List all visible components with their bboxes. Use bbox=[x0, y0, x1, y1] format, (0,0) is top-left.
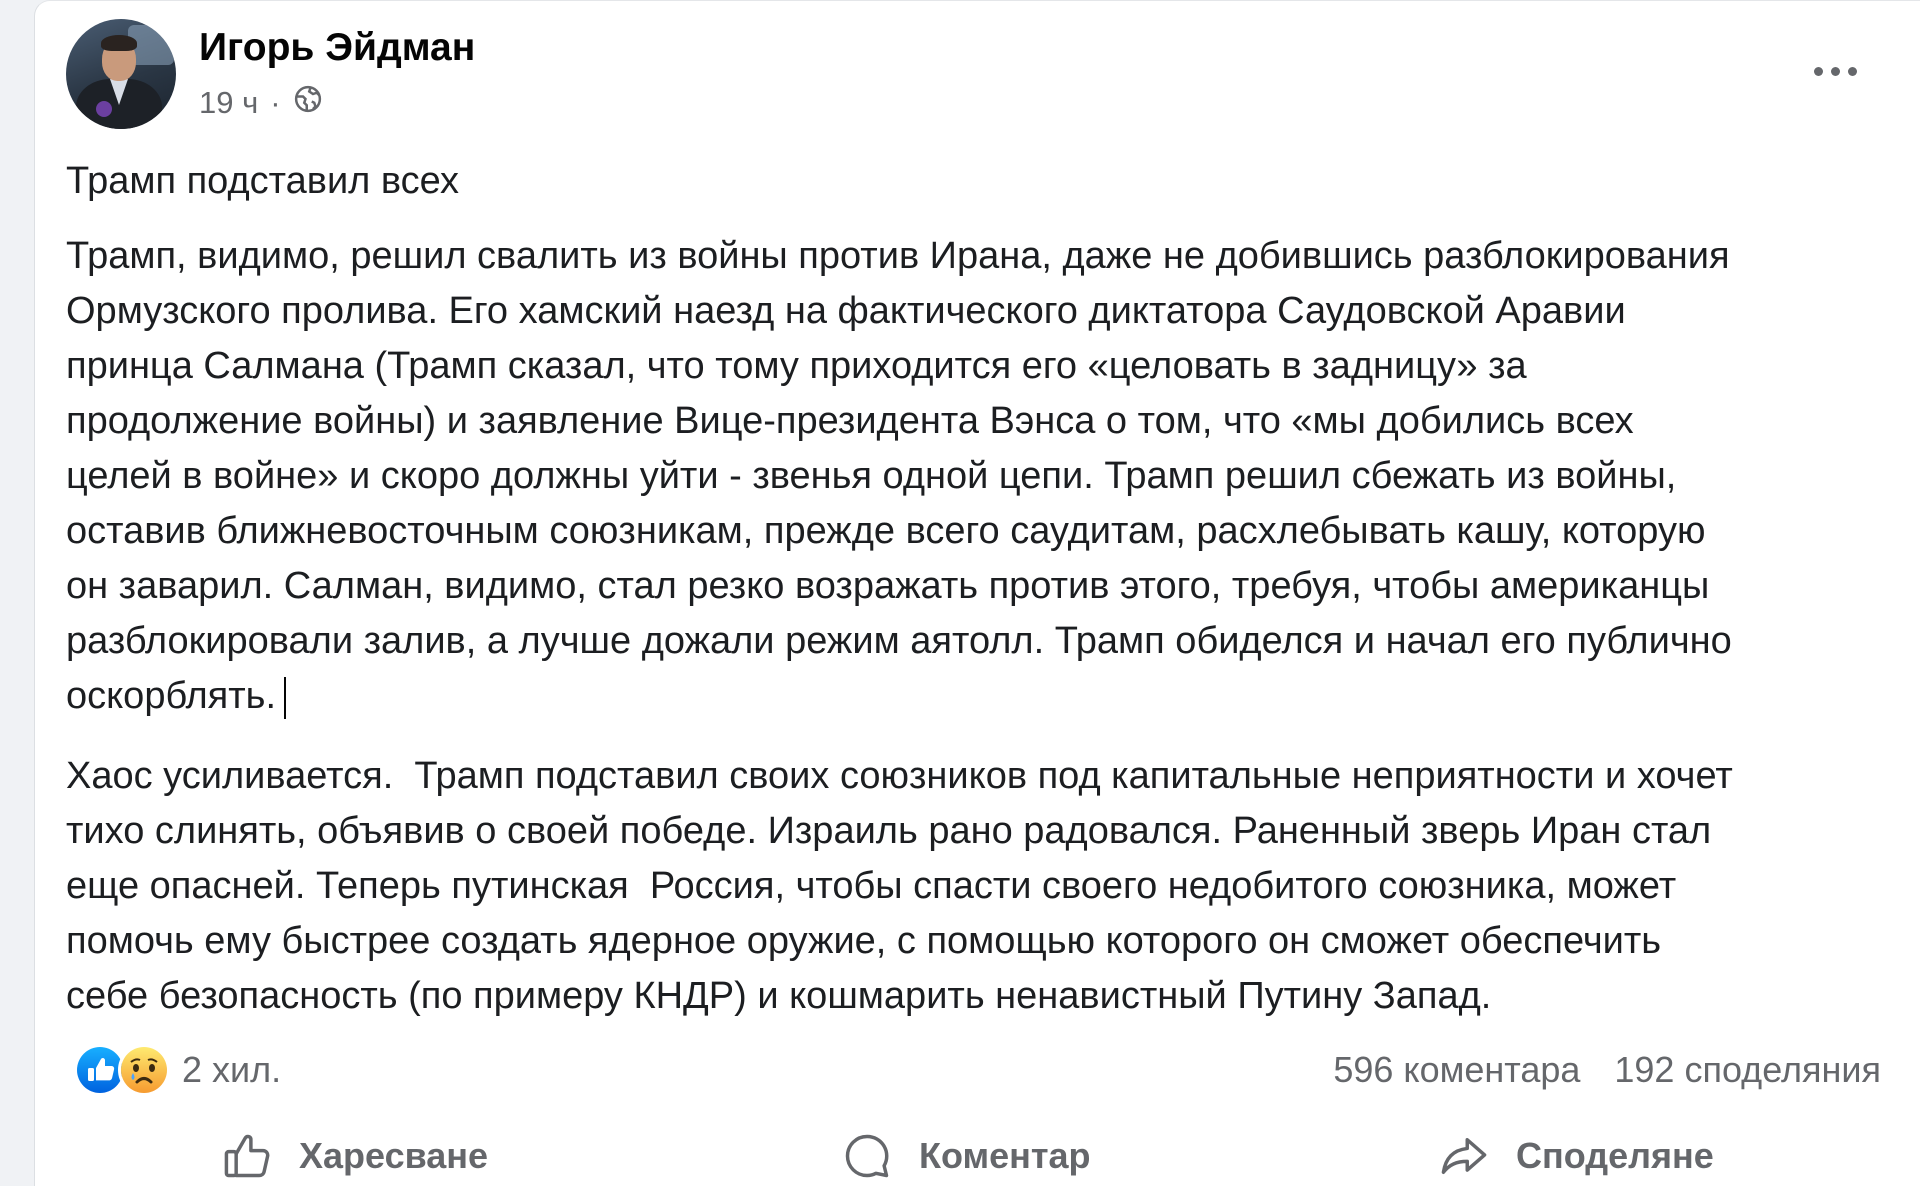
text-line: целей в войне» и скоро должны уйти - зве… bbox=[66, 455, 1677, 497]
dot bbox=[1813, 66, 1823, 76]
reaction-count[interactable]: 2 хил. bbox=[182, 1049, 281, 1091]
comment-button[interactable]: Коментар bbox=[841, 1129, 1091, 1183]
post-paragraph-1: Трамп подставил всех bbox=[66, 154, 459, 209]
dot bbox=[1847, 66, 1857, 76]
avatar-microphone bbox=[96, 101, 112, 117]
text-line: тихо слинять, объявив о своей победе. Из… bbox=[66, 810, 1712, 852]
author-avatar[interactable] bbox=[66, 19, 176, 129]
meta-separator: · bbox=[270, 85, 281, 120]
text-line: оставив ближневосточным союзникам, прежд… bbox=[66, 510, 1706, 552]
author-name[interactable]: Игорь Эйдман bbox=[199, 25, 475, 71]
text-line: разблокировали залив, а лучше дожали реж… bbox=[66, 620, 1732, 662]
avatar-figure-hair bbox=[101, 35, 137, 51]
post-paragraph-3: Хаос усиливается. Трамп подставил своих … bbox=[66, 749, 1733, 1024]
text-line: принца Салмана (Трамп сказал, что тому п… bbox=[66, 345, 1527, 387]
text-line: он заварил. Салман, видимо, стал резко в… bbox=[66, 565, 1710, 607]
text-line: помочь ему быстрее создать ядерное оружи… bbox=[66, 920, 1662, 962]
post-stats: 596 коментара 192 споделяния bbox=[1333, 1047, 1881, 1093]
comment-button-label: Коментар bbox=[919, 1135, 1091, 1176]
like-button[interactable]: Харесване bbox=[221, 1129, 488, 1183]
post-meta: 19 ч · bbox=[199, 85, 323, 121]
share-button[interactable]: Споделяне bbox=[1438, 1129, 1714, 1183]
text-line: еще опасней. Теперь путинская Россия, чт… bbox=[66, 865, 1677, 907]
text-line: Трамп, видимо, решил свалить из войны пр… bbox=[66, 235, 1730, 277]
share-arrow-icon bbox=[1441, 1138, 1487, 1174]
comments-count[interactable]: 596 коментара bbox=[1333, 1049, 1580, 1091]
text-line: себе безопасность (по примеру КНДР) и ко… bbox=[66, 975, 1492, 1017]
text-line: Хаос усиливается. Трамп подставил своих … bbox=[66, 755, 1733, 797]
text-line: Трамп подставил всех bbox=[66, 160, 459, 202]
reactions-summary[interactable]: 2 хил. bbox=[74, 1044, 281, 1096]
share-button-label: Споделяне bbox=[1516, 1135, 1714, 1176]
shares-count[interactable]: 192 споделяния bbox=[1614, 1049, 1881, 1091]
globe-icon[interactable] bbox=[293, 84, 323, 122]
text-line: продолжение войны) и заявление Вице-през… bbox=[66, 400, 1634, 442]
dot bbox=[1830, 66, 1840, 76]
comment-bubble-icon bbox=[845, 1134, 889, 1178]
like-button-label: Харесване bbox=[299, 1135, 489, 1176]
post-paragraph-2: Трамп, видимо, решил свалить из войны пр… bbox=[66, 229, 1732, 724]
text-line: Ормузского пролива. Его хамский наезд на… bbox=[66, 290, 1626, 332]
post-card: Игорь Эйдман 19 ч · Трамп подставил всех… bbox=[34, 0, 1920, 1186]
sad-reaction-icon[interactable] bbox=[118, 1044, 170, 1096]
text-line-content: оскорблять. bbox=[66, 675, 277, 717]
text-cursor bbox=[284, 676, 287, 719]
thumbs-up-icon bbox=[224, 1134, 270, 1178]
post-time[interactable]: 19 ч bbox=[199, 85, 258, 121]
more-dots-icon[interactable] bbox=[1805, 56, 1865, 86]
text-line-last: оскорблять. bbox=[66, 669, 1732, 724]
